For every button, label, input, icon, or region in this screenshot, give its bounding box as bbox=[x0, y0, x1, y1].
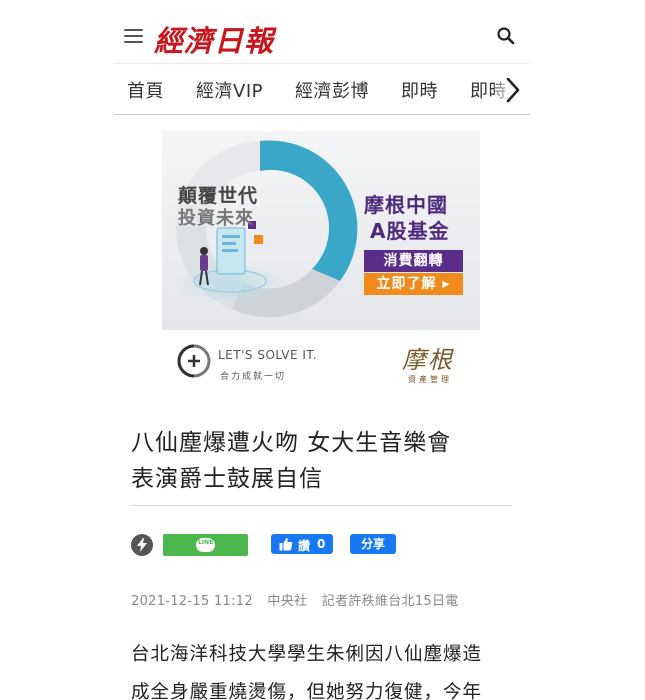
divider bbox=[131, 505, 512, 506]
ad-brand-sub: 資產管理 bbox=[408, 375, 452, 384]
article-headline: 八仙塵爆遭火吻 女大生音樂會 表演爵士鼓展自信 bbox=[131, 425, 511, 497]
lightning-icon[interactable] bbox=[131, 534, 153, 556]
headline-line-2: 表演爵士鼓展自信 bbox=[131, 466, 323, 492]
article-source: 中央社 bbox=[267, 594, 308, 609]
ad-title-line1: 摩根中國 bbox=[364, 193, 448, 217]
ad-tag-consumption: 消費翻轉 bbox=[364, 250, 463, 272]
nav-track: 首頁 經濟VIP 經濟彭博 即時 即時 bbox=[127, 64, 530, 114]
ad-brand-row: LET'S SOLVE IT. 合力成就一切 摩根 資產管理 bbox=[162, 338, 480, 388]
hamburger-menu-icon[interactable] bbox=[124, 29, 143, 43]
nav-item-realtime[interactable]: 即時 bbox=[401, 77, 438, 103]
ad-banner[interactable]: 顛覆世代 投資未來 摩根中國 A股基金 消費翻轉 立即了解 ▸ bbox=[162, 131, 480, 330]
facebook-like-button[interactable]: 讚 0 bbox=[271, 534, 333, 554]
search-icon[interactable] bbox=[495, 25, 517, 47]
line-label: LINE bbox=[198, 539, 214, 546]
ad-cta-button[interactable]: 立即了解 ▸ bbox=[364, 273, 463, 295]
chevron-right-icon[interactable] bbox=[494, 64, 530, 114]
ad-brand-name: 摩根 bbox=[402, 346, 454, 374]
page: 經濟日報 首頁 經濟VIP 經濟彭博 即時 即時 顛覆世代 投資未來 摩根中國 … bbox=[0, 0, 645, 700]
facebook-like-label: 讚 bbox=[298, 539, 311, 553]
ad-left-line2: 投資未來 bbox=[178, 208, 254, 229]
body-line-2: 成全身嚴重燒燙傷，但她努力復健，今年 bbox=[131, 682, 483, 700]
nav-item-home[interactable]: 首頁 bbox=[127, 77, 164, 103]
article-body: 台北海洋科技大學學生朱俐因八仙塵爆造 成全身嚴重燒燙傷，但她努力復健，今年 bbox=[131, 636, 511, 700]
facebook-share-button[interactable]: 分享 bbox=[350, 534, 396, 554]
article-meta: 2021-12-15 11:12 中央社 記者許秩維台北15日電 bbox=[131, 590, 469, 609]
site-header: 經濟日報 bbox=[114, 10, 530, 62]
headline-line-1: 八仙塵爆遭火吻 女大生音樂會 bbox=[131, 430, 452, 456]
nav-item-bloomberg[interactable]: 經濟彭博 bbox=[295, 77, 369, 103]
facebook-like-count: 0 bbox=[317, 537, 326, 551]
ad-slogan-sub: 合力成就一切 bbox=[220, 372, 287, 382]
site-logo[interactable]: 經濟日報 bbox=[154, 18, 274, 60]
article-reporter: 記者許秩維台北15日電 bbox=[321, 594, 459, 609]
line-share-button[interactable]: LINE bbox=[163, 534, 248, 556]
plus-circle-logo-icon bbox=[177, 344, 211, 378]
nav-item-vip[interactable]: 經濟VIP bbox=[196, 77, 263, 103]
thumbs-up-icon bbox=[279, 538, 293, 551]
body-line-1: 台北海洋科技大學學生朱俐因八仙塵爆造 bbox=[131, 644, 483, 665]
ad-slogan: LET'S SOLVE IT. bbox=[218, 348, 318, 362]
article-date: 2021-12-15 11:12 bbox=[131, 594, 253, 609]
category-nav: 首頁 經濟VIP 經濟彭博 即時 即時 bbox=[114, 63, 530, 115]
ad-title-line2: A股基金 bbox=[370, 219, 450, 243]
